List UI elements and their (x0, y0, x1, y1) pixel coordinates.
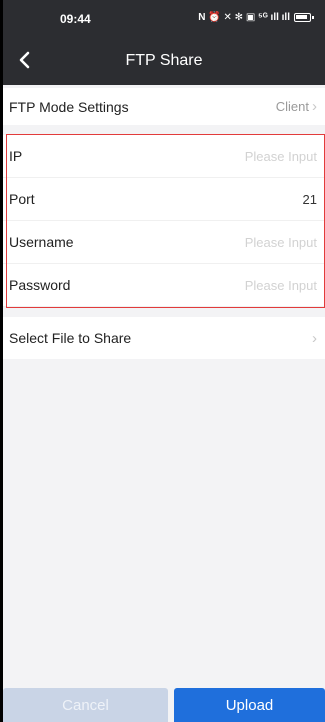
status-bar: 09:44 N ⏰ ✕ ✻ ▣ ⁵ᴳ ıll ıll (3, 0, 325, 40)
ftp-mode-row[interactable]: FTP Mode Settings Client › (3, 88, 325, 125)
username-row[interactable]: Username Please Input (3, 221, 325, 264)
screen: 09:44 N ⏰ ✕ ✻ ▣ ⁵ᴳ ıll ıll FTP Share FTP… (3, 0, 325, 722)
port-row[interactable]: Port 21 (3, 178, 325, 221)
ftp-mode-label: FTP Mode Settings (9, 98, 129, 115)
port-input[interactable]: 21 (303, 192, 317, 207)
header: 09:44 N ⏰ ✕ ✻ ▣ ⁵ᴳ ıll ıll FTP Share (3, 0, 325, 85)
ip-label: IP (9, 148, 23, 164)
footer: Cancel Upload (3, 688, 325, 722)
password-input[interactable]: Please Input (245, 278, 317, 293)
ftp-mode-value: Client (275, 99, 309, 114)
username-input[interactable]: Please Input (245, 235, 317, 250)
status-icons: N ⏰ ✕ ✻ ▣ ⁵ᴳ ıll ıll (198, 12, 314, 23)
battery-icon (294, 13, 314, 22)
select-file-row[interactable]: Select File to Share › (3, 317, 325, 359)
password-label: Password (9, 277, 71, 293)
navbar: FTP Share (3, 40, 325, 85)
username-label: Username (9, 234, 74, 250)
page-title: FTP Share (125, 52, 203, 69)
ip-row[interactable]: IP Please Input (3, 135, 325, 178)
ip-input[interactable]: Please Input (245, 149, 317, 164)
chevron-right-icon: › (312, 329, 317, 347)
status-icon-strip: N ⏰ ✕ ✻ ▣ ⁵ᴳ ıll ıll (198, 12, 290, 23)
chevron-right-icon: › (312, 98, 317, 115)
select-file-label: Select File to Share (9, 330, 132, 346)
cancel-button[interactable]: Cancel (3, 688, 168, 722)
password-row[interactable]: Password Please Input (3, 264, 325, 307)
upload-button[interactable]: Upload (174, 688, 325, 722)
status-time: 09:44 (60, 12, 91, 26)
port-label: Port (9, 191, 35, 207)
connection-fields: IP Please Input Port 21 Username Please … (3, 134, 325, 308)
